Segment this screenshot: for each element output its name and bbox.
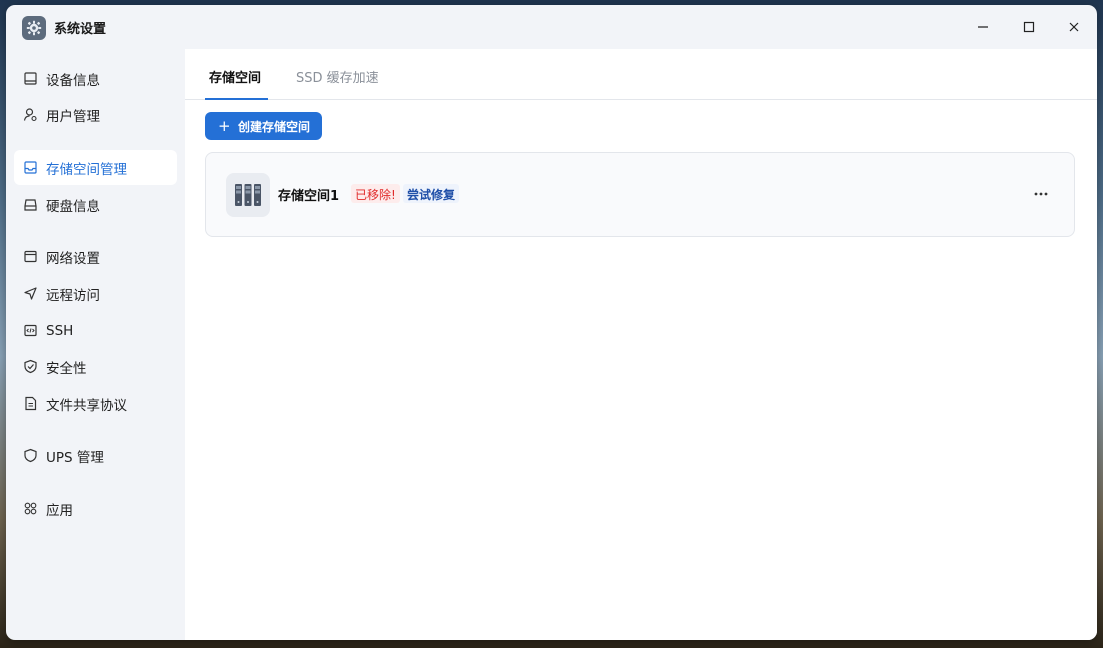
gear-icon <box>22 16 46 40</box>
window-title: 系统设置 <box>54 22 107 37</box>
settings-window: 系统设置 设备信息 用户管理 存储空间管理 硬盘信息 网络设置 远程访问 SSH… <box>6 5 1097 640</box>
tab-ssd-cache[interactable]: SSD 缓存加速 <box>296 67 379 86</box>
sidebar-item-label: 设备信息 <box>46 72 100 89</box>
sidebar-item-ssh[interactable]: SSH <box>14 313 177 348</box>
minimize-button[interactable] <box>970 15 996 39</box>
sidebar-item-label: SSH <box>46 322 74 339</box>
storage-pool-name: 存储空间1 <box>278 189 340 204</box>
apps-icon <box>24 502 37 515</box>
shield-icon <box>24 448 37 463</box>
sidebar-item-device-info[interactable]: 设备信息 <box>14 61 177 96</box>
title-bar: 系统设置 <box>6 5 1097 49</box>
tab-storage-space[interactable]: 存储空间 <box>209 67 261 86</box>
maximize-button[interactable] <box>1016 15 1042 39</box>
minimize-icon <box>978 26 988 28</box>
sidebar-item-label: 安全性 <box>46 360 87 377</box>
try-repair-link[interactable]: 尝试修复 <box>403 184 460 203</box>
network-icon <box>24 250 37 263</box>
sidebar-item-label: 用户管理 <box>46 108 100 125</box>
sidebar-item-label: 硬盘信息 <box>46 198 100 215</box>
sidebar-item-label: 应用 <box>46 502 73 519</box>
status-badge: 已移除! <box>351 184 400 203</box>
sidebar-item-ups[interactable]: UPS 管理 <box>14 438 177 473</box>
terminal-icon <box>24 324 37 337</box>
sidebar-item-disk-info[interactable]: 硬盘信息 <box>14 187 177 222</box>
more-options-button[interactable] <box>1028 183 1054 205</box>
main-content: 存储空间 SSD 缓存加速 + 创建存储空间 存储空间1 已移除! 尝试修复 <box>185 49 1097 640</box>
send-icon <box>24 287 37 300</box>
sidebar-item-label: UPS 管理 <box>46 449 104 466</box>
sidebar-item-network-settings[interactable]: 网络设置 <box>14 239 177 274</box>
sidebar-item-apps[interactable]: 应用 <box>14 491 177 526</box>
active-tab-indicator <box>205 98 268 100</box>
shield-check-icon <box>24 359 37 374</box>
sidebar-item-label: 网络设置 <box>46 250 100 267</box>
sidebar-item-label: 文件共享协议 <box>46 397 127 414</box>
sidebar-item-label: 存储空间管理 <box>46 161 127 178</box>
close-button[interactable] <box>1061 15 1087 39</box>
user-gear-icon <box>23 108 37 122</box>
document-icon <box>25 396 37 411</box>
monitor-icon <box>24 72 37 85</box>
sidebar-item-security[interactable]: 安全性 <box>14 349 177 384</box>
create-storage-button[interactable]: + 创建存储空间 <box>205 112 322 140</box>
hard-disk-icon <box>24 199 37 211</box>
storage-icon <box>24 161 37 174</box>
sidebar: 设备信息 用户管理 存储空间管理 硬盘信息 网络设置 远程访问 SSH 安全性 … <box>6 49 185 640</box>
close-icon <box>1069 22 1079 32</box>
sidebar-item-storage-management[interactable]: 存储空间管理 <box>14 150 177 185</box>
storage-pool-card[interactable]: 存储空间1 已移除! 尝试修复 <box>205 152 1075 237</box>
sidebar-item-remote-access[interactable]: 远程访问 <box>14 276 177 311</box>
sidebar-item-user-management[interactable]: 用户管理 <box>14 97 177 132</box>
storage-rack-icon <box>226 173 270 217</box>
sidebar-item-file-sharing[interactable]: 文件共享协议 <box>14 386 177 421</box>
sidebar-item-label: 远程访问 <box>46 287 100 304</box>
tab-bar: 存储空间 SSD 缓存加速 <box>185 49 1097 100</box>
more-icon <box>1034 192 1048 196</box>
create-storage-label: 创建存储空间 <box>238 120 311 134</box>
plus-icon: + <box>218 117 231 135</box>
maximize-icon <box>1023 21 1035 33</box>
